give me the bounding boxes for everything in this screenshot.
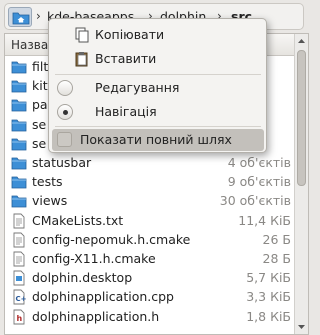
menu-item-edit-mode[interactable]: Редагування bbox=[52, 77, 264, 99]
menu-item-copy-label: Копіювати bbox=[95, 27, 165, 42]
folder-icon bbox=[11, 99, 27, 112]
desktop-file-icon bbox=[13, 270, 25, 286]
home-folder-button[interactable] bbox=[8, 7, 32, 27]
text-file-icon bbox=[13, 251, 25, 267]
file-name: se bbox=[32, 116, 47, 132]
cpp-file-icon: C+ bbox=[13, 289, 27, 305]
svg-text:h: h bbox=[17, 314, 23, 323]
folder-icon bbox=[11, 61, 27, 74]
text-file-icon bbox=[13, 213, 25, 229]
menu-item-paste-label: Вставити bbox=[95, 51, 157, 66]
vertical-scrollbar[interactable] bbox=[294, 34, 308, 334]
edit-mode-radio[interactable] bbox=[57, 80, 73, 96]
menu-item-show-full-path-label: Показати повний шлях bbox=[80, 132, 232, 147]
copy-icon bbox=[75, 27, 89, 43]
text-file-icon bbox=[13, 232, 25, 248]
folder-icon bbox=[11, 157, 27, 170]
file-name: config-X11.h.cmake bbox=[32, 251, 156, 266]
file-row[interactable]: C+ dolphinapplication.cpp 3,3 КіБ bbox=[5, 287, 295, 307]
menu-item-copy[interactable]: Копіювати bbox=[52, 24, 264, 46]
file-size: 5,7 КіБ bbox=[246, 270, 291, 286]
folder-icon bbox=[11, 80, 27, 93]
menu-item-show-full-path[interactable]: Показати повний шлях bbox=[52, 129, 264, 151]
header-file-icon: h bbox=[13, 309, 25, 325]
folder-icon bbox=[11, 176, 27, 189]
folder-icon bbox=[11, 119, 27, 131]
file-row[interactable]: statusbar 4 об'єктів bbox=[5, 153, 295, 173]
file-row[interactable]: CMakeLists.txt 11,4 КіБ bbox=[5, 211, 295, 231]
file-name: kit bbox=[32, 78, 48, 94]
breadcrumb-separator: › bbox=[36, 9, 41, 23]
show-full-path-checkbox[interactable] bbox=[57, 132, 72, 147]
folder-icon bbox=[11, 138, 27, 151]
file-name: views bbox=[32, 193, 68, 209]
svg-text:C+: C+ bbox=[16, 295, 27, 303]
menu-item-paste[interactable]: Вставити bbox=[52, 48, 264, 70]
file-size: 30 об'єктів bbox=[219, 193, 291, 209]
menu-item-edit-label: Редагування bbox=[95, 80, 180, 95]
menu-item-navigate-label: Навігація bbox=[95, 104, 157, 119]
file-size: 11,4 КіБ bbox=[238, 212, 291, 228]
scroll-down-arrow-icon[interactable] bbox=[297, 322, 306, 331]
file-name: filt bbox=[32, 59, 49, 74]
file-size: 4 об'єктів bbox=[227, 155, 291, 170]
file-row[interactable]: h dolphinapplication.h 1,8 КіБ bbox=[5, 307, 295, 327]
menu-item-navigate-mode[interactable]: Навігація bbox=[52, 101, 264, 123]
navigate-mode-radio[interactable] bbox=[57, 104, 73, 120]
radio-selected-dot bbox=[63, 110, 68, 115]
file-row[interactable]: config-nepomuk.h.cmake 26 Б bbox=[5, 230, 295, 250]
file-name: dolphinapplication.h bbox=[32, 308, 160, 324]
file-row[interactable]: dolphin.desktop 5,7 КіБ bbox=[5, 268, 295, 288]
file-size: 9 об'єктів bbox=[227, 174, 291, 190]
file-row[interactable]: tests 9 об'єктів bbox=[5, 172, 295, 192]
scroll-up-arrow-icon[interactable] bbox=[297, 37, 306, 46]
file-size: 3,3 КіБ bbox=[246, 289, 291, 305]
folder-icon bbox=[11, 195, 27, 208]
file-name: dolphinapplication.cpp bbox=[32, 289, 174, 305]
menu-separator bbox=[55, 74, 261, 75]
file-name: CMakeLists.txt bbox=[32, 212, 124, 228]
paste-icon bbox=[75, 52, 88, 67]
file-name: pa bbox=[32, 97, 48, 113]
file-name: config-nepomuk.h.cmake bbox=[32, 231, 191, 247]
file-row[interactable]: config-X11.h.cmake 28 Б bbox=[5, 249, 295, 269]
file-name: tests bbox=[32, 174, 63, 190]
file-name: se bbox=[32, 135, 47, 151]
column-header-label: Назва bbox=[11, 38, 49, 52]
file-name: dolphin.desktop bbox=[32, 270, 133, 286]
file-name: statusbar bbox=[32, 155, 92, 170]
file-row[interactable]: views 30 об'єктів bbox=[5, 191, 295, 211]
file-size: 26 Б bbox=[262, 231, 291, 247]
scrollbar-thumb[interactable] bbox=[297, 50, 306, 186]
folder-home-icon bbox=[12, 12, 30, 25]
file-size: 1,8 КіБ bbox=[246, 308, 291, 324]
file-size: 28 Б bbox=[262, 251, 291, 266]
menu-separator bbox=[55, 126, 261, 127]
breadcrumb-context-menu: Копіювати Вставити Редагування Навігація… bbox=[48, 18, 267, 153]
